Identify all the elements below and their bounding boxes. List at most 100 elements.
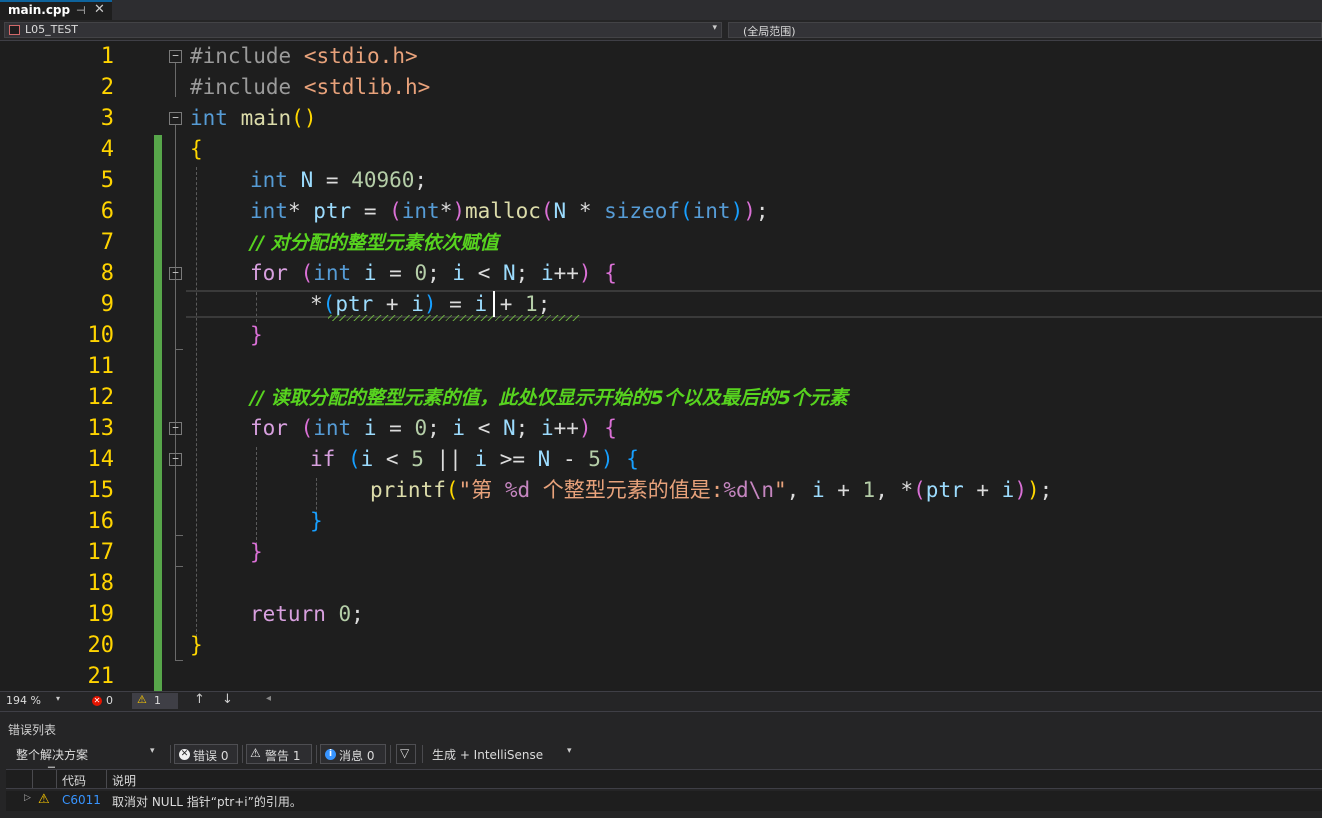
token: ) (1026, 478, 1040, 502)
code-line-16[interactable]: } (310, 506, 323, 537)
tab-main-cpp[interactable]: main.cpp ⊣ ✕ (0, 0, 112, 20)
expand-icon[interactable]: ▷ (24, 793, 31, 803)
token: #include (190, 75, 292, 99)
panel-title: 错误列表 (8, 723, 57, 737)
code-line-14[interactable]: if (i < 5 || i >= N - 5) { (310, 444, 639, 475)
column-header-description[interactable]: 说明 (112, 772, 136, 789)
token: int (313, 261, 352, 285)
warnings-filter-button[interactable]: ⚠ 警告 1 (246, 744, 312, 764)
text-caret (493, 291, 495, 317)
token: } (250, 323, 263, 347)
close-icon[interactable]: ✕ (94, 2, 105, 17)
project-dropdown[interactable]: L05_TEST ▾ (4, 22, 722, 38)
filter-button[interactable]: ▽ (396, 744, 416, 764)
token: i (811, 478, 825, 502)
fold-toggle-icon[interactable]: − (169, 267, 182, 280)
warning-indicator[interactable]: ⚠ 1 (132, 693, 178, 709)
token: < (465, 416, 503, 440)
token: ptr (300, 199, 352, 223)
code-line-1[interactable]: #include <stdio.h> (190, 41, 418, 72)
token: { (604, 416, 617, 440)
error-icon[interactable]: ✕ (92, 696, 102, 706)
code-line-20[interactable]: } (190, 630, 203, 661)
code-line-3[interactable]: int main() (190, 103, 316, 134)
line-number: 17 (87, 540, 115, 565)
fold-toggle-icon[interactable]: − (169, 422, 182, 435)
token: if (310, 447, 336, 471)
token: i (363, 261, 377, 285)
line-number: 8 (100, 261, 114, 286)
fold-end (175, 349, 183, 350)
token: ++ (553, 416, 579, 440)
chevron-down-icon: ▾ (712, 23, 717, 33)
separator (422, 745, 423, 763)
line-number: 18 (87, 571, 115, 596)
fold-end (175, 535, 183, 536)
column-divider[interactable] (106, 770, 107, 788)
code-editor[interactable]: 1 2 3 4 5 6 7 8 9 10 11 12 13 14 15 16 17 18 19 20 21 − − − … (0, 41, 1322, 691)
code-line-19[interactable]: return 0; (250, 599, 364, 630)
token: int (250, 199, 288, 223)
info-icon: i (325, 749, 336, 760)
line-number: 5 (100, 168, 114, 193)
errors-filter-button[interactable]: ✕ 错误 0 (174, 744, 238, 764)
column-divider[interactable] (56, 770, 57, 788)
sort-indicator-icon: ▔ (48, 768, 55, 778)
column-divider[interactable] (32, 770, 33, 788)
line-number: 1 (100, 44, 114, 69)
fold-toggle-icon[interactable]: − (169, 50, 182, 63)
error-count[interactable]: 0 (106, 694, 113, 707)
next-issue-icon[interactable]: ↓ (222, 692, 233, 707)
code-line-12[interactable]: // 读取分配的整型元素的值，此处仅显示开始的5个以及最后的5个元素 (250, 382, 848, 413)
warning-code-link[interactable]: C6011 (62, 793, 101, 807)
build-filter-dropdown[interactable]: 生成 + IntelliSense ▾ (432, 745, 582, 763)
line-number: 11 (87, 354, 115, 379)
token: main (240, 106, 292, 130)
column-header-code[interactable]: 代码 (62, 772, 86, 789)
fold-end (175, 660, 183, 661)
separator (316, 745, 317, 763)
code-line-15[interactable]: printf("第 %d 个整型元素的值是:%d\n", i + 1, *(pt… (370, 475, 1052, 506)
token: * (439, 199, 453, 223)
fold-line (175, 63, 176, 97)
code-line-13[interactable]: for (int i = 0; i < N; i++) { (250, 413, 617, 444)
token: N (300, 168, 314, 192)
code-line-10[interactable]: } (250, 320, 263, 351)
code-line-4[interactable]: { (190, 134, 203, 165)
scope-dropdown[interactable]: (全局范围) (728, 22, 1322, 38)
warning-squiggle[interactable] (328, 315, 580, 321)
line-number: 7 (100, 230, 114, 255)
comment: // 读取分配的整型元素的值，此处仅显示开始的5个以及最后的5个元素 (250, 387, 848, 409)
code-line-5[interactable]: int N = 40960; (250, 165, 427, 196)
code-line-6[interactable]: int* ptr = (int*)malloc(N * sizeof(int))… (250, 196, 769, 227)
chevron-down-icon: ▾ (150, 746, 155, 756)
token: ( (913, 478, 926, 502)
zoom-level: 194 % (6, 694, 41, 707)
code-line-7[interactable]: // 对分配的整型元素依次赋值 (250, 227, 499, 258)
pin-icon[interactable]: ⊣ (76, 4, 86, 17)
zoom-dropdown[interactable]: 194 % ▾ (4, 693, 64, 709)
scope-filter-value: 整个解决方案 (16, 748, 89, 762)
token: return (250, 602, 326, 626)
token: >= (487, 447, 538, 471)
fold-toggle-icon[interactable]: − (169, 112, 182, 125)
errors-filter-label: 错误 0 (193, 749, 229, 763)
token: ) (578, 261, 592, 285)
token: + (373, 292, 412, 316)
token: ( (445, 478, 459, 502)
messages-filter-button[interactable]: i 消息 0 (320, 744, 386, 764)
table-row[interactable]: ▷ ⚠ C6011 取消对 NULL 指针“ptr+i”的引用。 (6, 791, 1322, 811)
warning-count: 1 (154, 694, 161, 707)
token: ) (1014, 478, 1027, 502)
token: ( (300, 261, 314, 285)
fold-line (175, 125, 176, 660)
previous-issue-icon[interactable]: ↑ (194, 692, 205, 707)
scope-filter-dropdown[interactable]: 整个解决方案 ▾ (8, 745, 164, 763)
token: 40960 (351, 168, 415, 192)
code-line-17[interactable]: } (250, 537, 263, 568)
token: ( (389, 199, 402, 223)
code-line-2[interactable]: #include <stdlib.h> (190, 72, 430, 103)
scroll-left-icon[interactable]: ◂ (266, 693, 271, 704)
fold-toggle-icon[interactable]: − (169, 453, 182, 466)
code-line-8[interactable]: for (int i = 0; i < N; i++) { (250, 258, 617, 289)
